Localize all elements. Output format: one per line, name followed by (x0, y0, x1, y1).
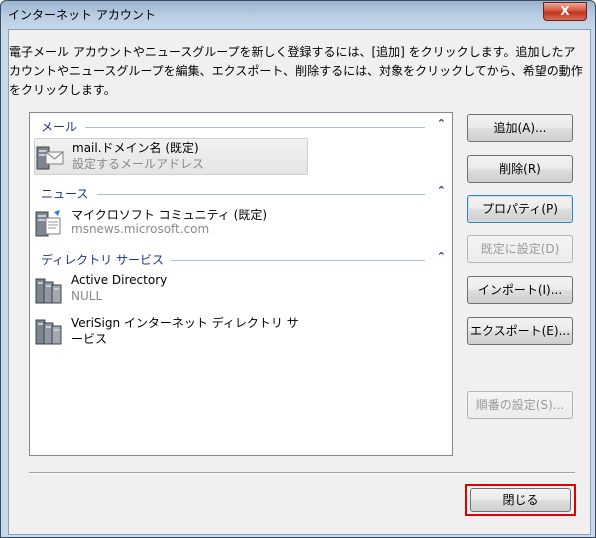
remove-button[interactable]: 削除(R) (467, 155, 573, 183)
group-divider (97, 194, 425, 195)
account-item-news[interactable]: マイクロソフト コミュニティ (既定) msnews.microsoft.com (34, 206, 306, 241)
group-header-directory[interactable]: ディレクトリ サービス ⌃ (41, 250, 446, 269)
account-item-active-directory[interactable]: Active Directory NULL (34, 273, 306, 308)
accounts-list[interactable]: メール ⌃ mail.ドメイン名 (既定) 設定するメールアドレス ニュース ⌃… (29, 112, 453, 456)
import-button[interactable]: インポート(I)... (467, 276, 573, 304)
account-name: VeriSign インターネット ディレクトリ サ (71, 316, 299, 330)
group-divider (171, 260, 425, 261)
properties-button[interactable]: プロパティ(P) (467, 195, 573, 223)
account-item-verisign[interactable]: VeriSign インターネット ディレクトリ サ ービス (34, 314, 306, 349)
mail-server-icon (36, 146, 64, 170)
internet-accounts-dialog: インターネット アカウント X 電子メール アカウントやニュースグループを新しく… (0, 0, 596, 538)
collapse-chevron-icon[interactable]: ⌃ (437, 117, 446, 130)
collapse-chevron-icon[interactable]: ⌃ (437, 184, 446, 197)
account-item-mail[interactable]: mail.ドメイン名 (既定) 設定するメールアドレス (34, 138, 308, 175)
account-name: mail.ドメイン名 (既定) (72, 141, 199, 155)
collapse-chevron-icon[interactable]: ⌃ (437, 250, 446, 263)
dialog-body: 電子メール アカウントやニュースグループを新しく登録するには、[追加] をクリッ… (8, 29, 591, 535)
footer-separator (29, 472, 575, 474)
close-button-highlight: 閉じる (465, 484, 576, 516)
account-name: マイクロソフト コミュニティ (既定) (71, 208, 268, 222)
group-header-news[interactable]: ニュース ⌃ (41, 184, 446, 203)
directory-server-icon (35, 278, 62, 304)
account-address: 設定するメールアドレス (72, 157, 205, 171)
title-bar[interactable]: インターネット アカウント X (1, 1, 595, 27)
add-button[interactable]: 追加(A)... (467, 114, 573, 142)
window-title: インターネット アカウント (8, 8, 156, 22)
account-name: Active Directory (71, 273, 168, 287)
group-title-directory: ディレクトリ サービス (41, 253, 164, 267)
group-header-mail[interactable]: メール ⌃ (41, 117, 446, 136)
set-default-button: 既定に設定(D) (467, 235, 573, 263)
instructions-text: 電子メール アカウントやニュースグループを新しく登録するには、[追加] をクリッ… (9, 45, 583, 97)
group-divider (85, 127, 425, 128)
account-address: NULL (71, 289, 103, 303)
window-close-button[interactable]: X (543, 2, 587, 21)
account-name-continued: ービス (71, 332, 108, 346)
set-order-button: 順番の設定(S)... (467, 391, 573, 419)
group-title-mail: メール (41, 120, 78, 134)
news-server-icon (35, 210, 61, 237)
account-address: msnews.microsoft.com (71, 222, 210, 236)
group-title-news: ニュース (41, 187, 89, 201)
close-button[interactable]: 閉じる (470, 488, 571, 512)
export-button[interactable]: エクスポート(E)... (467, 317, 573, 345)
directory-server-icon (35, 319, 62, 345)
